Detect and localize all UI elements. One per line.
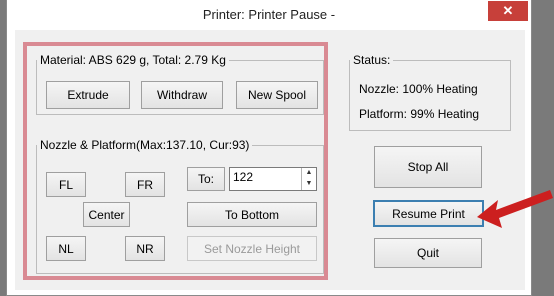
- platform-status-text: Platform: 99% Heating: [359, 107, 480, 121]
- nl-button[interactable]: NL: [46, 236, 86, 261]
- resume-print-button[interactable]: Resume Print: [373, 200, 484, 227]
- fl-button[interactable]: FL: [46, 172, 86, 197]
- close-icon: ✕: [502, 3, 514, 18]
- chevron-up-icon[interactable]: ▲: [302, 168, 316, 178]
- center-button[interactable]: Center: [83, 202, 130, 227]
- set-nozzle-height-button[interactable]: Set Nozzle Height: [187, 236, 317, 261]
- to-button[interactable]: To:: [187, 167, 225, 191]
- to-bottom-button[interactable]: To Bottom: [187, 202, 317, 227]
- stop-all-button[interactable]: Stop All: [374, 146, 482, 188]
- nozzle-height-stepper[interactable]: ▲ ▼: [229, 167, 317, 191]
- title-bar[interactable]: Printer: Printer Pause - ✕: [7, 0, 531, 30]
- new-spool-button[interactable]: New Spool: [236, 81, 318, 109]
- extrude-button[interactable]: Extrude: [46, 81, 130, 109]
- red-arrow-pointer: [477, 190, 553, 228]
- fr-button[interactable]: FR: [125, 172, 165, 197]
- close-button[interactable]: ✕: [488, 1, 528, 21]
- quit-button[interactable]: Quit: [374, 238, 482, 268]
- chevron-down-icon[interactable]: ▼: [302, 179, 316, 189]
- nozzle-status-text: Nozzle: 100% Heating: [359, 82, 478, 96]
- withdraw-button[interactable]: Withdraw: [141, 81, 223, 109]
- nozzle-platform-legend: Nozzle & Platform(Max:137.10, Cur:93): [40, 138, 250, 152]
- arrow-shape: [477, 190, 553, 228]
- window-title: Printer: Printer Pause -: [202, 7, 336, 22]
- material-legend: Material: ABS 629 g, Total: 2.79 Kg: [40, 53, 226, 67]
- nr-button[interactable]: NR: [125, 236, 165, 261]
- status-legend: Status:: [353, 53, 391, 67]
- nozzle-height-input[interactable]: [233, 170, 297, 184]
- stepper-arrows: ▲ ▼: [301, 168, 316, 190]
